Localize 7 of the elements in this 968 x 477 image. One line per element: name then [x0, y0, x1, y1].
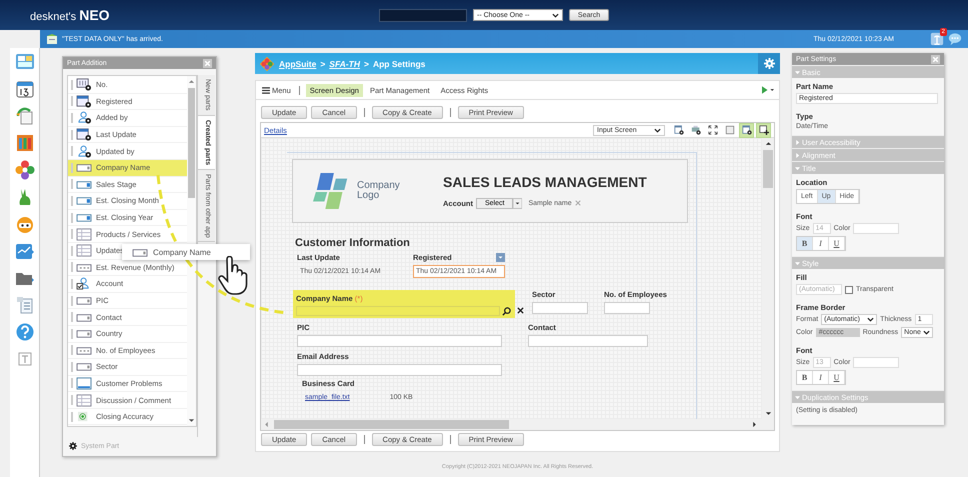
page-title: App Settings [372, 58, 426, 68]
form-title: SALES LEADS MANAGEMENT [443, 174, 647, 190]
breadcrumb-separator: > [364, 58, 369, 68]
app-logo: desknet's NEO [29, 7, 111, 23]
breadcrumb-separator: > [320, 58, 326, 68]
section-heading: Customer Information [295, 237, 411, 249]
company-logo-text: Company Logo [357, 181, 401, 201]
